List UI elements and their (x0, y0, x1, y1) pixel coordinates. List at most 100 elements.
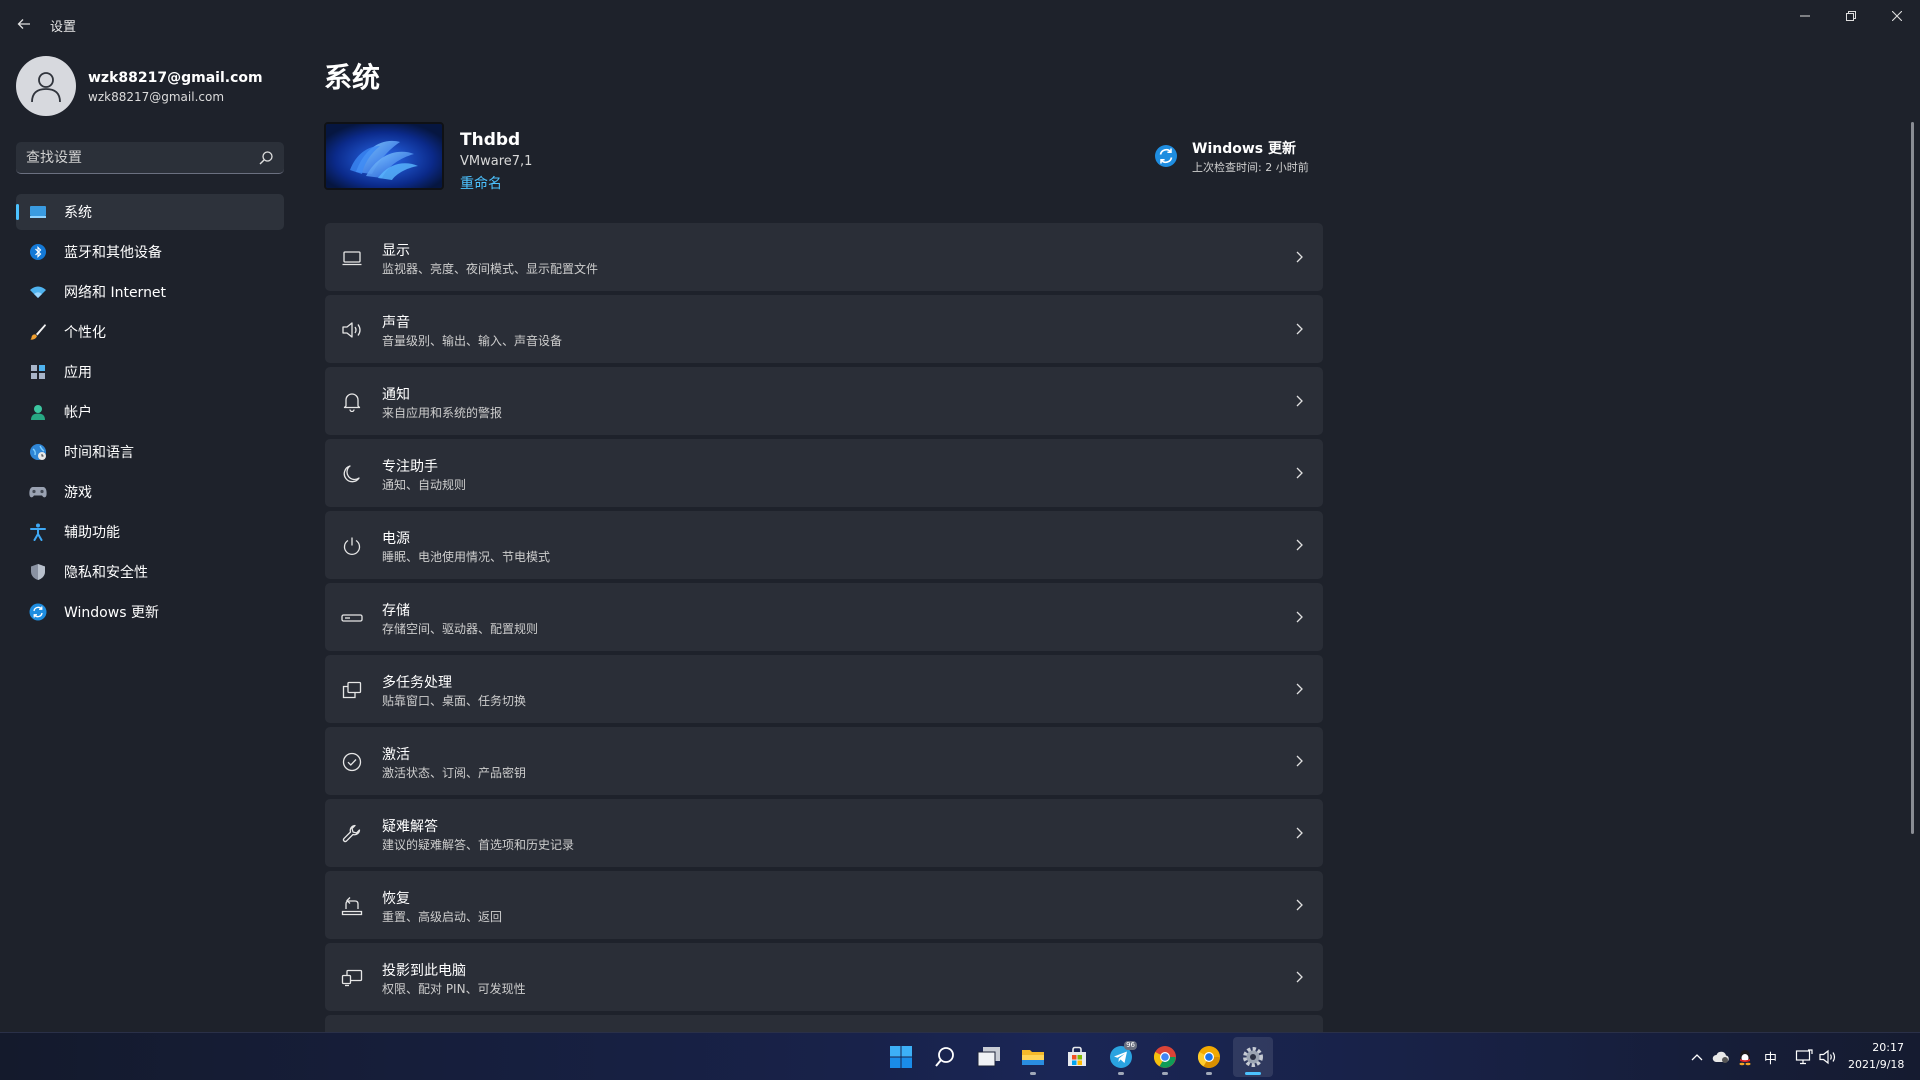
sidebar-item-label: 网络和 Internet (64, 285, 167, 301)
setting-project-to-pc[interactable]: 投影到此电脑 权限、配对 PIN、可发现性 (325, 943, 1323, 1011)
sidebar-item-privacy[interactable]: 隐私和安全性 (16, 554, 284, 590)
setting-activation[interactable]: 激活 激活状态、订阅、产品密钥 (325, 727, 1323, 795)
sidebar-item-windows-update[interactable]: Windows 更新 (16, 594, 284, 630)
close-button[interactable] (1874, 0, 1920, 32)
sidebar-item-label: 时间和语言 (64, 445, 134, 461)
chevron-right-icon (1296, 395, 1303, 407)
start-button[interactable] (881, 1037, 921, 1077)
setting-title: 声音 (382, 315, 410, 331)
minimize-icon (1800, 15, 1810, 17)
minimize-button[interactable] (1782, 0, 1828, 32)
search-icon[interactable] (258, 150, 274, 166)
update-title: Windows 更新 (1192, 141, 1296, 157)
chrome-canary-button[interactable] (1189, 1037, 1229, 1077)
start-icon (890, 1046, 912, 1068)
setting-power[interactable]: 电源 睡眠、电池使用情况、节电模式 (325, 511, 1323, 579)
device-model: VMware7,1 (460, 154, 533, 169)
setting-notifications[interactable]: 通知 来自应用和系统的警报 (325, 367, 1323, 435)
page-title: 系统 (324, 61, 381, 94)
setting-next-partial[interactable] (325, 1015, 1323, 1032)
setting-title: 投影到此电脑 (382, 963, 466, 979)
recovery-icon (341, 895, 363, 917)
setting-display[interactable]: 显示 监视器、亮度、夜间模式、显示配置文件 (325, 223, 1323, 291)
setting-title: 疑难解答 (382, 819, 438, 835)
sidebar-item-accounts[interactable]: 帐户 (16, 394, 284, 430)
clock-time[interactable]: 20:17 (1856, 1041, 1904, 1054)
wifi-icon (28, 282, 48, 302)
notification-badge: 96 (1124, 1041, 1137, 1050)
setting-subtitle: 来自应用和系统的警报 (382, 406, 503, 420)
qq-tray-button[interactable] (1735, 1047, 1755, 1067)
volume-icon (1819, 1049, 1836, 1065)
setting-title: 电源 (382, 531, 410, 547)
running-indicator (1162, 1072, 1168, 1075)
rename-link[interactable]: 重命名 (460, 173, 502, 193)
sidebar-item-label: 隐私和安全性 (64, 565, 148, 581)
restore-button[interactable] (1828, 0, 1874, 32)
setting-title: 激活 (382, 747, 410, 763)
update-last-checked: 上次检查时间: 2 小时前 (1192, 161, 1309, 174)
chevron-right-icon (1296, 251, 1303, 263)
power-icon (341, 535, 363, 557)
task-view-button[interactable] (969, 1037, 1009, 1077)
network-tray-button[interactable] (1794, 1047, 1814, 1067)
chevron-right-icon (1296, 827, 1303, 839)
sidebar-item-system[interactable]: 系统 (16, 194, 284, 230)
sidebar-nav: 系统 蓝牙和其他设备 网络和 Internet 个性化 应用 帐户 时间和语言 … (16, 194, 284, 634)
bluetooth-icon (28, 242, 48, 262)
setting-focus-assist[interactable]: 专注助手 通知、自动规则 (325, 439, 1323, 507)
setting-sound[interactable]: 声音 音量级别、输出、输入、声音设备 (325, 295, 1323, 363)
device-name: Thdbd (460, 130, 521, 150)
store-icon (1068, 1046, 1086, 1066)
sidebar-item-label: 帐户 (64, 405, 92, 421)
back-button[interactable] (10, 12, 38, 36)
device-wallpaper-thumbnail (324, 122, 444, 190)
running-indicator (1206, 1072, 1212, 1075)
chevron-right-icon (1296, 467, 1303, 479)
sidebar-item-gaming[interactable]: 游戏 (16, 474, 284, 510)
setting-title: 专注助手 (382, 459, 438, 475)
setting-storage[interactable]: 存储 存储空间、驱动器、配置规则 (325, 583, 1323, 651)
user-profile[interactable]: wzk88217@gmail.com wzk88217@gmail.com (16, 56, 286, 118)
moon-icon (341, 463, 363, 485)
account-icon (28, 402, 48, 422)
ethernet-icon (1795, 1049, 1813, 1065)
search-input[interactable] (16, 142, 246, 173)
system-icon (28, 202, 48, 222)
setting-multitasking[interactable]: 多任务处理 贴靠窗口、桌面、任务切换 (325, 655, 1323, 723)
search-icon (935, 1047, 954, 1067)
settings-app-button[interactable] (1233, 1037, 1273, 1077)
clock-date[interactable]: 2021/9/18 (1848, 1058, 1904, 1071)
windows-update-status[interactable]: Windows 更新 上次检查时间: 2 小时前 (1154, 136, 1330, 176)
onedrive-tray-button[interactable] (1711, 1047, 1731, 1067)
setting-recovery[interactable]: 恢复 重置、高级启动、返回 (325, 871, 1323, 939)
chevron-right-icon (1296, 323, 1303, 335)
file-explorer-button[interactable] (1013, 1037, 1053, 1077)
chevron-right-icon (1296, 611, 1303, 623)
sidebar-item-personalization[interactable]: 个性化 (16, 314, 284, 350)
vertical-scrollbar[interactable] (1911, 122, 1914, 834)
sidebar-item-time-language[interactable]: 时间和语言 (16, 434, 284, 470)
apps-icon (28, 362, 48, 382)
monitor-icon (341, 247, 363, 269)
globe-clock-icon (28, 442, 48, 462)
taskbar-search-button[interactable] (925, 1037, 965, 1077)
avatar (16, 56, 76, 116)
ime-indicator[interactable]: 中 (1764, 1048, 1777, 1067)
chevron-right-icon (1296, 683, 1303, 695)
app-title: 设置 (50, 20, 77, 35)
sidebar-item-network[interactable]: 网络和 Internet (16, 274, 284, 310)
store-button[interactable] (1057, 1037, 1097, 1077)
show-hidden-icons-button[interactable] (1687, 1047, 1707, 1067)
update-icon (1155, 145, 1177, 167)
telegram-button[interactable]: 96 (1101, 1037, 1141, 1077)
chrome-button[interactable] (1145, 1037, 1185, 1077)
sidebar-item-bluetooth[interactable]: 蓝牙和其他设备 (16, 234, 284, 270)
setting-troubleshoot[interactable]: 疑难解答 建议的疑难解答、首选项和历史记录 (325, 799, 1323, 867)
volume-tray-button[interactable] (1818, 1047, 1838, 1067)
system-settings-list: 显示 监视器、亮度、夜间模式、显示配置文件 声音 音量级别、输出、输入、声音设备… (325, 223, 1323, 1032)
sidebar-item-accessibility[interactable]: 辅助功能 (16, 514, 284, 550)
sidebar-item-apps[interactable]: 应用 (16, 354, 284, 390)
chevron-right-icon (1296, 899, 1303, 911)
cloud-icon (1712, 1051, 1729, 1063)
